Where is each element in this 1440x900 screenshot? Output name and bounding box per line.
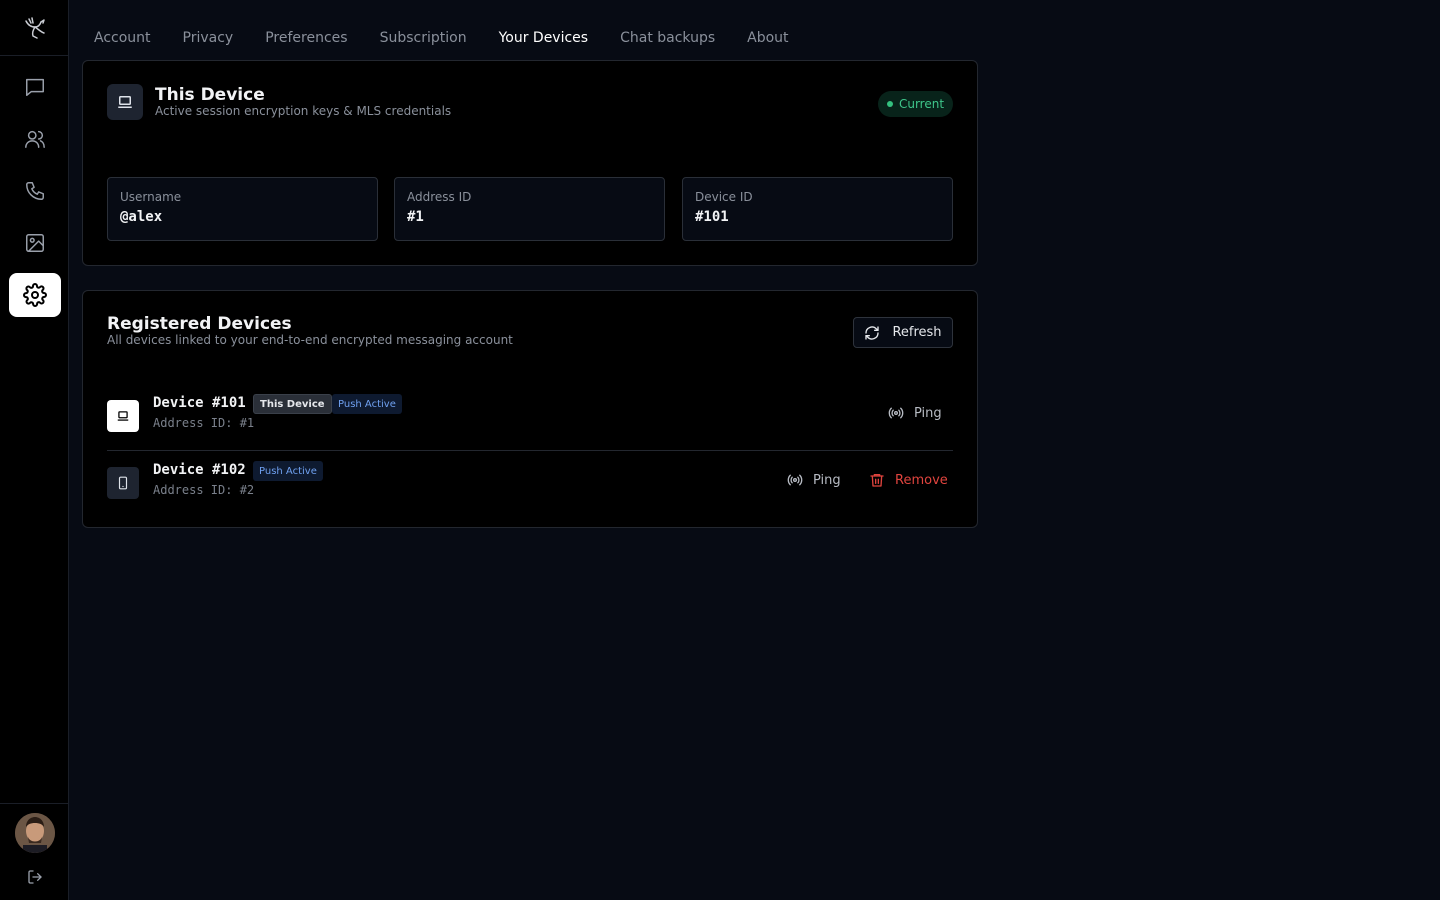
device-row: Device #101 This Device Push Active Addr… (107, 386, 953, 448)
this-device-chip: This Device (253, 394, 332, 414)
current-status-badge: Current (878, 91, 953, 117)
registered-devices-title: Registered Devices (107, 314, 292, 334)
laptop-icon (107, 84, 143, 120)
push-active-chip: Push Active (253, 461, 323, 481)
address-id-value: #1 (407, 209, 424, 225)
push-active-chip: Push Active (332, 394, 402, 414)
tab-account[interactable]: Account (94, 27, 151, 49)
device-row: Device #102 Push Active Address ID: #2 P… (107, 453, 953, 515)
tab-preferences[interactable]: Preferences (265, 27, 347, 49)
settings-icon (23, 283, 47, 307)
address-id-field: Address ID #1 (394, 177, 665, 241)
remove-device-button[interactable]: Remove (869, 469, 948, 491)
this-device-card: This Device Active session encryption ke… (82, 60, 978, 266)
refresh-icon (865, 325, 880, 340)
current-badge-label: Current (898, 97, 945, 111)
sidebar-footer (0, 803, 69, 900)
ping-button[interactable]: Ping (787, 469, 841, 491)
device-id-field: Device ID #101 (682, 177, 953, 241)
row-divider (107, 450, 953, 451)
device-address: Address ID: #1 (153, 416, 255, 430)
device-id-label: Device ID (695, 190, 753, 204)
contacts-icon (25, 130, 45, 148)
logout-icon (28, 870, 42, 884)
tab-privacy[interactable]: Privacy (183, 27, 234, 49)
tab-subscription[interactable]: Subscription (380, 27, 467, 49)
address-id-label: Address ID (407, 190, 472, 204)
broadcast-icon (787, 474, 803, 486)
device-name: Device #102 (153, 462, 246, 478)
avatar[interactable] (15, 813, 55, 853)
nav-chats-button[interactable] (9, 65, 61, 109)
device-id-value: #101 (695, 209, 729, 225)
ping-label: Ping (914, 405, 942, 421)
refresh-button[interactable]: Refresh (853, 317, 953, 348)
broadcast-icon (888, 407, 904, 419)
tab-your-devices[interactable]: Your Devices (499, 27, 589, 49)
bird-logo-icon (24, 16, 45, 39)
nav-contacts-button[interactable] (9, 117, 61, 161)
username-field: Username @alex (107, 177, 378, 241)
username-value: @alex (120, 209, 163, 225)
ping-button[interactable]: Ping (888, 402, 942, 424)
tab-chat-backups[interactable]: Chat backups (620, 27, 715, 49)
status-dot-icon (886, 101, 893, 107)
tab-about[interactable]: About (747, 27, 788, 49)
logout-button[interactable] (25, 867, 45, 887)
username-label: Username (120, 190, 182, 204)
ping-label: Ping (813, 472, 841, 488)
registered-devices-subtitle: All devices linked to your end-to-end en… (107, 333, 513, 347)
gallery-icon (26, 234, 44, 252)
trash-icon (870, 474, 884, 487)
device-name: Device #101 (153, 395, 246, 411)
refresh-label: Refresh (892, 325, 942, 340)
sidebar (0, 0, 69, 900)
registered-devices-card: Registered Devices All devices linked to… (82, 290, 978, 528)
app-logo[interactable] (0, 0, 69, 56)
smartphone-icon (107, 467, 139, 499)
nav-calls-button[interactable] (9, 169, 61, 213)
laptop-icon (107, 400, 139, 432)
settings-tabs: Account Privacy Preferences Subscription… (94, 27, 821, 49)
remove-label: Remove (895, 472, 948, 488)
device-address: Address ID: #2 (153, 483, 255, 497)
nav-gallery-button[interactable] (9, 221, 61, 265)
chat-icon (26, 78, 44, 96)
this-device-subtitle: Active session encryption keys & MLS cre… (155, 104, 452, 118)
phone-icon (26, 182, 44, 200)
this-device-title: This Device (155, 85, 265, 105)
nav-settings-button[interactable] (9, 273, 61, 317)
